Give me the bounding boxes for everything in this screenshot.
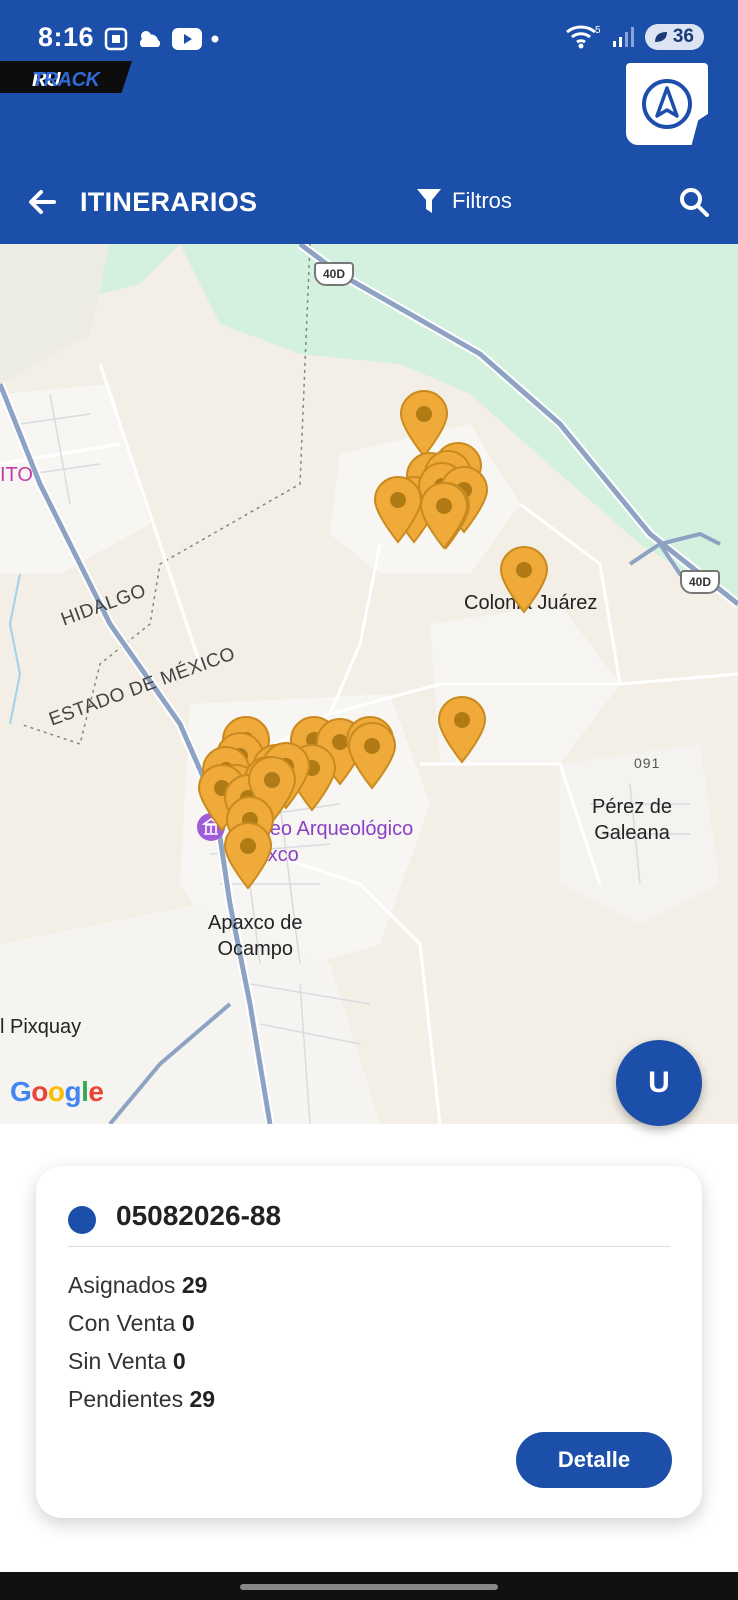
map-label-perez-line1: Pérez de	[592, 796, 673, 818]
card-divider	[68, 1246, 670, 1247]
dot-icon	[211, 35, 219, 43]
stat-con-venta: Con Venta 0	[68, 1310, 195, 1337]
back-arrow-icon[interactable]	[26, 186, 58, 218]
itinerary-card: 05082026-88 Asignados 29 Con Venta 0 Sin…	[36, 1166, 702, 1518]
brand-logo: RU TRACK	[0, 61, 132, 93]
stat-value: 29	[189, 1386, 216, 1412]
location-marker-icon[interactable]	[418, 482, 470, 550]
map-view[interactable]: 40D 40D ITO s Colonia Juárez HIDALGO EST…	[0, 244, 738, 1124]
stat-sin-venta: Sin Venta 0	[68, 1348, 186, 1375]
map-label-apaxco-line1: Apaxco de	[208, 912, 303, 934]
brand-track: TRACK	[32, 69, 100, 91]
map-label-pixquay: l Pixquay	[0, 1016, 82, 1038]
user-avatar-button[interactable]: U	[616, 1040, 702, 1126]
location-marker-icon[interactable]	[436, 696, 488, 764]
app-bar: ITINERARIOS Filtros	[0, 172, 738, 232]
avatar-initial: U	[648, 1066, 670, 1099]
wifi-badge: 5	[595, 25, 601, 36]
filter-label: Filtros	[452, 188, 512, 213]
status-time: 8:16	[38, 22, 95, 52]
stat-label: Sin Venta	[68, 1348, 167, 1374]
location-marker-icon[interactable]	[346, 722, 398, 790]
highway-shield-right: 40D	[680, 570, 720, 594]
filter-button[interactable]: Filtros	[416, 187, 512, 215]
wifi-icon: 5	[565, 25, 601, 49]
stat-asignados: Asignados 29	[68, 1272, 207, 1299]
search-icon[interactable]	[678, 186, 710, 218]
stat-value: 29	[181, 1272, 208, 1298]
stat-value: 0	[181, 1310, 195, 1336]
location-marker-icon[interactable]	[498, 546, 550, 614]
map-label-perez-galeana: Pérez de Galeana	[592, 794, 672, 846]
stat-label: Pendientes	[68, 1386, 184, 1412]
battery-indicator: 36	[644, 24, 704, 50]
compass-icon	[642, 79, 692, 129]
status-dot	[68, 1206, 96, 1234]
stat-label: Con Venta	[68, 1310, 176, 1336]
filter-icon	[417, 189, 441, 213]
screenshot-icon	[104, 27, 128, 51]
highway-shield-top: 40D	[314, 262, 354, 286]
detail-button[interactable]: Detalle	[516, 1432, 672, 1488]
status-bar: 8:16 5 36	[0, 0, 738, 60]
page-title: ITINERARIOS	[80, 187, 258, 217]
map-label-apaxco-line2: Ocampo	[217, 938, 294, 960]
youtube-icon	[172, 28, 202, 50]
map-label-road-091: 091	[634, 755, 661, 771]
itinerary-code: 05082026-88	[116, 1200, 282, 1231]
signal-icon	[612, 27, 634, 47]
map-label-perez-line2: Galeana	[594, 822, 670, 844]
leaf-icon	[654, 32, 667, 42]
stat-pendientes: Pendientes 29	[68, 1386, 215, 1413]
map-label-ito: ITO	[0, 464, 33, 486]
map-label-apaxco: Apaxco de Ocampo	[208, 910, 303, 962]
location-marker-icon[interactable]	[372, 476, 424, 544]
home-gesture-handle[interactable]	[240, 1584, 498, 1590]
google-logo: Google	[10, 1076, 104, 1107]
battery-level: 36	[672, 26, 694, 47]
weather-icon	[140, 31, 161, 47]
location-marker-icon[interactable]	[222, 822, 274, 890]
stat-label: Asignados	[68, 1272, 176, 1298]
stat-value: 0	[172, 1348, 186, 1374]
system-nav-bar	[0, 1572, 738, 1600]
